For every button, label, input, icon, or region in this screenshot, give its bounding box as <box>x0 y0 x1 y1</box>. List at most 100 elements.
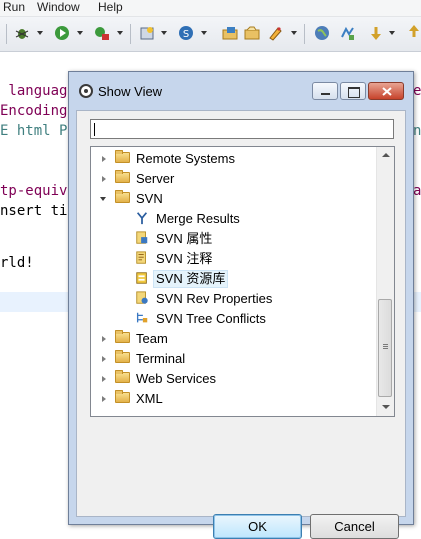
tree-item[interactable]: SVN <box>91 189 376 209</box>
pen-icon[interactable] <box>267 25 283 41</box>
dialog-client-area: Remote Systems Server SVN Merge Results SVN … <box>76 110 406 539</box>
svn-dropdown-chevron-icon[interactable] <box>201 31 207 35</box>
view-tree[interactable]: Remote Systems Server SVN Merge Results SVN … <box>90 146 395 417</box>
run-dropdown-chevron-icon[interactable] <box>77 31 83 35</box>
collapsed-arrow-icon[interactable] <box>102 336 106 342</box>
folder-icon <box>115 350 130 363</box>
tree-item-label: SVN <box>136 191 163 206</box>
menu-help[interactable]: Help <box>98 0 123 15</box>
folder-icon <box>115 190 130 203</box>
cancel-button[interactable]: Cancel <box>310 514 399 539</box>
bug-icon[interactable] <box>14 25 30 41</box>
tree-item[interactable]: SVN 注释 <box>91 249 376 269</box>
minimize-icon <box>321 93 330 95</box>
close-icon <box>382 87 392 96</box>
main-toolbar: S <box>0 17 421 52</box>
globe-icon[interactable] <box>314 25 330 41</box>
tree-item[interactable]: SVN Rev Properties <box>91 289 376 309</box>
menu-window[interactable]: Window <box>37 0 80 15</box>
svg-text:S: S <box>183 29 189 40</box>
folder-icon <box>115 170 130 183</box>
run-icon[interactable] <box>54 25 70 41</box>
eclipse-icon <box>79 84 93 98</box>
new-server-icon[interactable] <box>139 25 155 41</box>
collapsed-arrow-icon[interactable] <box>102 356 106 362</box>
navigate-icon[interactable] <box>368 25 384 41</box>
tree-item-label: SVN 资源库 <box>153 270 229 288</box>
server-dropdown-chevron-icon[interactable] <box>161 31 167 35</box>
tree-item[interactable]: Remote Systems <box>91 149 376 169</box>
toolbar-separator <box>130 24 131 44</box>
tree-item[interactable]: SVN 属性 <box>91 229 376 249</box>
folder-icon <box>115 390 130 403</box>
external-tools-icon[interactable] <box>94 25 110 41</box>
tree-item-label: SVN Rev Properties <box>156 291 273 306</box>
open-resource-icon[interactable] <box>244 25 260 41</box>
svn-annotate-icon <box>136 251 146 264</box>
code-line: nsert ti <box>0 203 68 219</box>
back-icon[interactable] <box>406 25 421 41</box>
toolbar-separator <box>6 24 7 44</box>
folder-icon <box>115 150 130 163</box>
scroll-down-arrow-icon[interactable] <box>382 405 390 409</box>
next-annotation-icon[interactable] <box>340 25 356 41</box>
annotation-dropdown-chevron-icon[interactable] <box>291 31 297 35</box>
tree-item[interactable]: SVN 资源库 <box>91 269 376 289</box>
close-button[interactable] <box>368 82 404 100</box>
code-line: E html P <box>0 123 68 139</box>
scroll-up-arrow-icon[interactable] <box>382 153 390 157</box>
tree-item[interactable]: Merge Results <box>91 209 376 229</box>
collapsed-arrow-icon[interactable] <box>102 156 106 162</box>
maximize-button[interactable] <box>340 82 366 100</box>
tree-item-label: SVN Tree Conflicts <box>156 311 266 326</box>
minimize-button[interactable] <box>312 82 338 100</box>
filter-input[interactable] <box>90 119 394 139</box>
tree-item-label: SVN 属性 <box>156 231 213 246</box>
collapsed-arrow-icon[interactable] <box>102 376 106 382</box>
external-tools-dropdown-chevron-icon[interactable] <box>117 31 123 35</box>
code-line: tp-equiv <box>0 183 68 199</box>
tree-item[interactable]: Terminal <box>91 349 376 369</box>
code-line-overflow: a <box>413 183 421 199</box>
scroll-grip-icon <box>383 348 388 349</box>
folder-icon <box>115 370 130 383</box>
tree-item-label: Remote Systems <box>136 151 235 166</box>
code-line-overflow: n <box>413 123 421 139</box>
expanded-arrow-icon[interactable] <box>100 197 106 201</box>
tree-item-label: Server <box>136 171 175 186</box>
svn-properties-icon <box>136 231 148 244</box>
tree-item-label: XML <box>136 391 163 406</box>
tree-item-label: Team <box>136 331 168 346</box>
maximize-icon <box>348 87 360 98</box>
tree-item[interactable]: XML <box>91 389 376 409</box>
debug-dropdown-chevron-icon[interactable] <box>37 31 43 35</box>
menu-run[interactable]: Run <box>3 0 25 15</box>
merge-icon <box>136 212 148 225</box>
scrollbar-thumb[interactable] <box>378 299 392 397</box>
code-line: rld! <box>0 255 34 271</box>
tree-item-label: Terminal <box>136 351 186 366</box>
navigate-dropdown-chevron-icon[interactable] <box>389 31 395 35</box>
tree-item[interactable]: Web Services <box>91 369 376 389</box>
open-type-icon[interactable] <box>222 25 238 41</box>
vertical-scrollbar[interactable] <box>376 147 394 416</box>
tree-item[interactable]: SVN Tree Conflicts <box>91 309 376 329</box>
menu-bar: Run Window Help <box>0 0 421 17</box>
tree-item-label: Web Services <box>136 371 216 386</box>
tree-item-label: SVN 注释 <box>156 251 213 266</box>
svn-icon[interactable]: S <box>178 25 194 41</box>
collapsed-arrow-icon[interactable] <box>102 396 106 402</box>
tree-item[interactable]: Server <box>91 169 376 189</box>
ok-button[interactable]: OK <box>213 514 302 539</box>
code-line: Encoding <box>0 103 68 119</box>
tree-conflicts-icon <box>136 312 148 323</box>
scroll-grip-icon <box>383 344 388 345</box>
folder-icon <box>115 330 130 343</box>
tree-item[interactable]: Team <box>91 329 376 349</box>
code-line: languag <box>0 83 68 99</box>
dialog-title: Show View <box>98 84 163 99</box>
scroll-grip-icon <box>383 346 388 347</box>
dialog-titlebar[interactable]: Show View <box>69 72 413 110</box>
svn-rev-properties-icon <box>136 291 148 304</box>
collapsed-arrow-icon[interactable] <box>102 176 106 182</box>
